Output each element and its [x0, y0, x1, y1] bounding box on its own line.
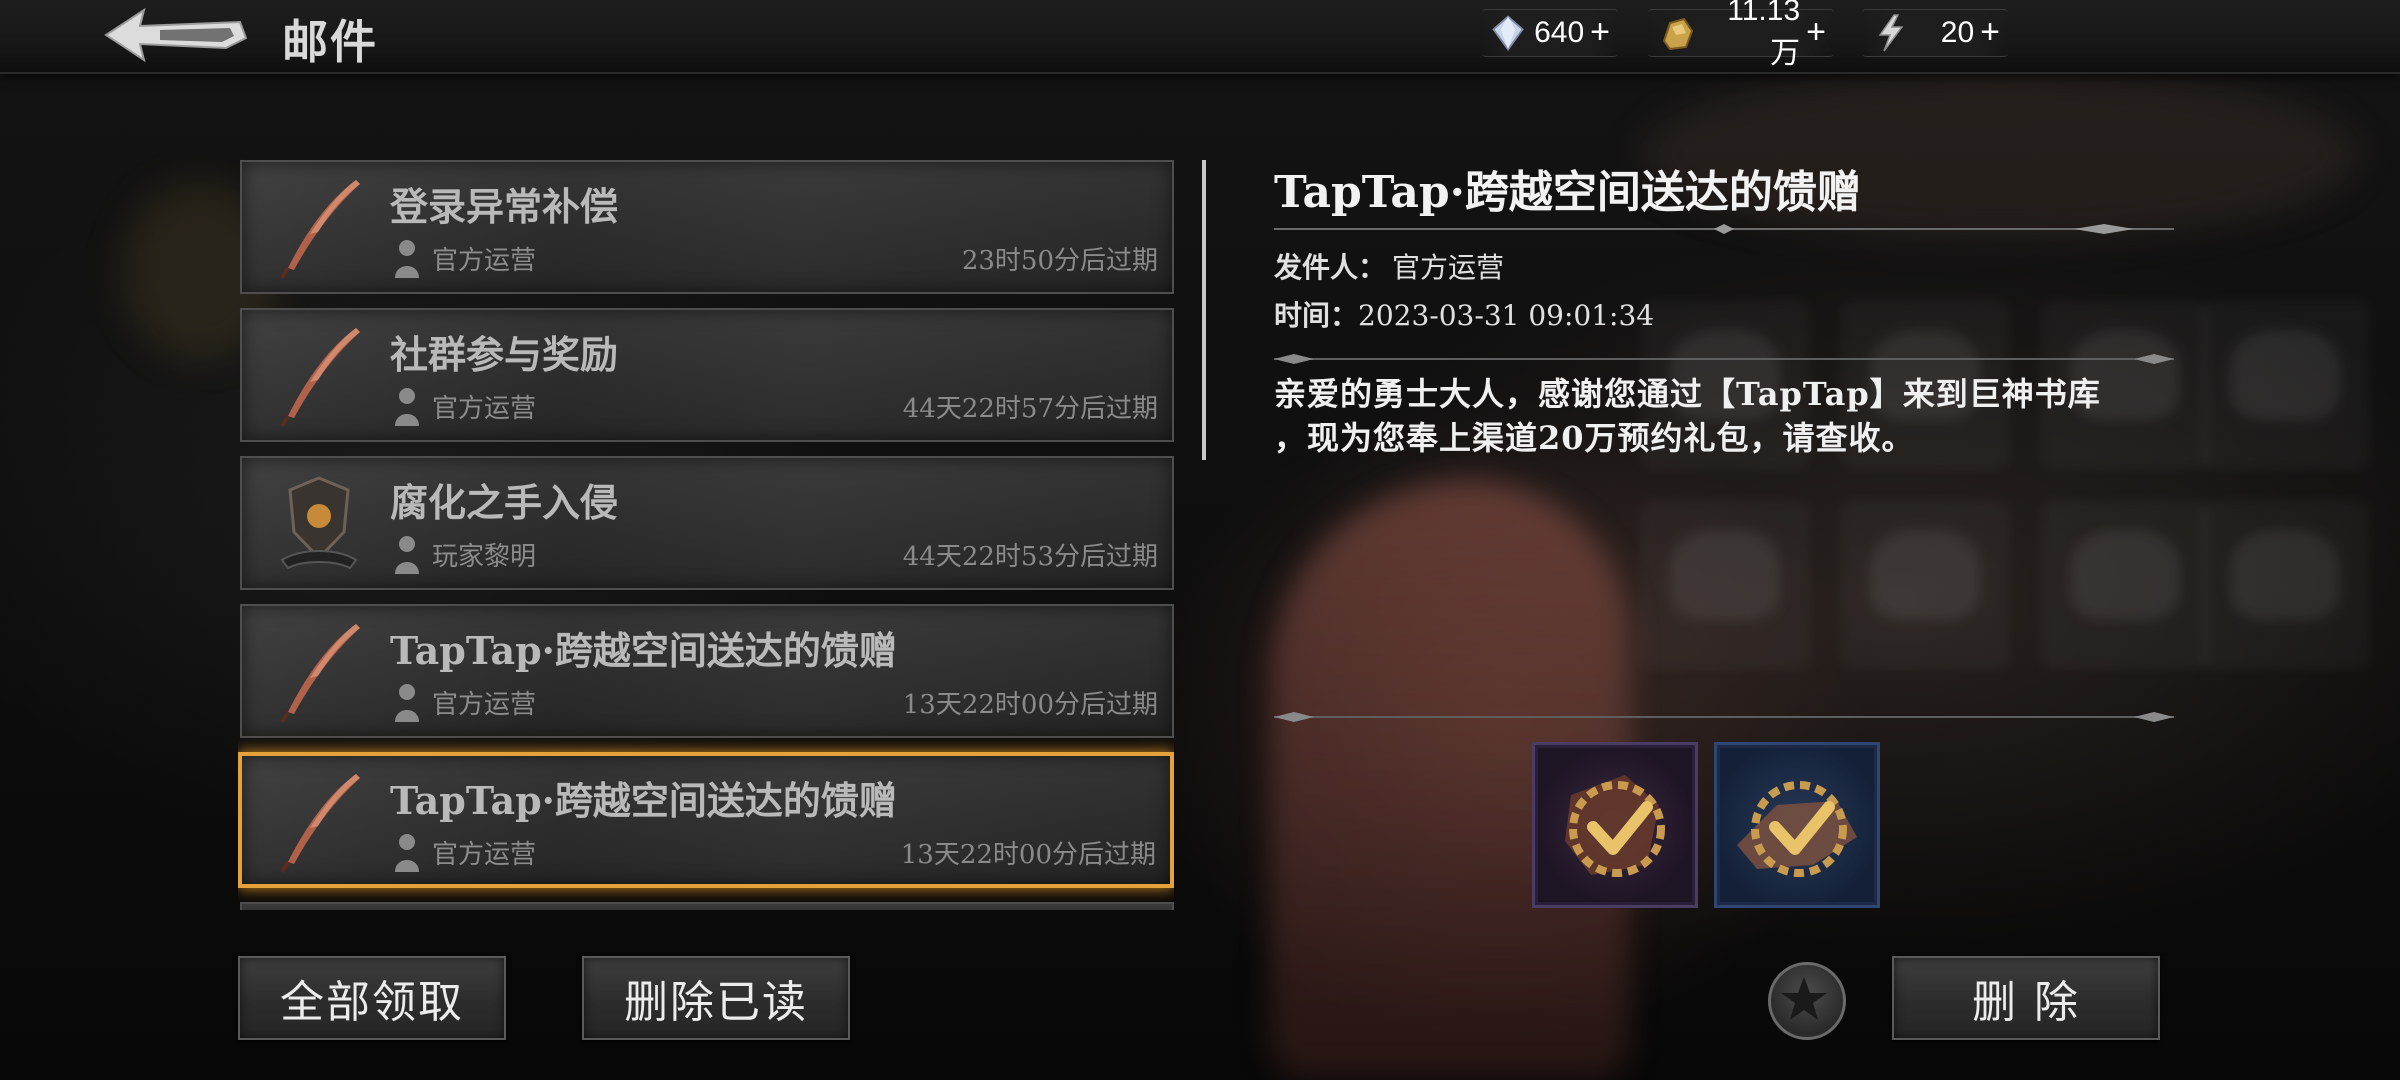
background-tile — [2200, 300, 2370, 470]
add-diamond-button[interactable]: + — [1590, 13, 1610, 52]
mail-item[interactable]: 登录异常补偿 官方运营 23时50分后过期 — [240, 160, 1174, 294]
attachment-item[interactable] — [1714, 742, 1880, 908]
mail-sender: 官方运营 — [432, 690, 537, 720]
background-tile — [2040, 500, 2210, 670]
background-tile — [1640, 500, 1810, 670]
mail-sender: 玩家黎明 — [432, 542, 537, 572]
diamond-amount: 640 — [1534, 16, 1585, 49]
mail-expire: 13天22时00分后过期 — [902, 690, 1158, 720]
mail-title: 腐化之手入侵 — [390, 480, 619, 525]
add-stamina-button[interactable]: + — [1980, 13, 2000, 52]
currency-stamina: 20 + — [1862, 9, 2008, 57]
top-bar: 邮件 640 + 11.13万 + 20 + — [0, 0, 2400, 74]
favorite-button[interactable] — [1768, 962, 1846, 1040]
feather-quill-icon — [280, 180, 360, 280]
ornament-divider — [1274, 224, 2174, 234]
detail-sender-row: 发件人： 官方运营 — [1274, 246, 1504, 286]
feather-quill-icon — [280, 328, 360, 428]
person-icon — [395, 388, 419, 426]
sender-label: 发件人： — [1274, 251, 1387, 284]
mail-sender: 官方运营 — [432, 840, 537, 870]
stamina-amount: 20 — [1940, 16, 1975, 49]
mail-expire: 13天22时00分后过期 — [900, 840, 1156, 870]
currency-diamond: 640 + — [1482, 9, 1618, 57]
mail-screen: 邮件 640 + 11.13万 + 20 + 登录异常补偿 官方运营 23时50… — [0, 0, 2400, 1080]
attachment-item[interactable] — [1532, 742, 1698, 908]
mail-body: 亲爱的勇士大人，感谢您通过【TapTap】来到巨神书库 ，现为您奉上渠道20万预… — [1274, 372, 2154, 460]
mail-body-line: ，现为您奉上渠道20万预约礼包，请查收。 — [1274, 419, 1915, 457]
mail-item-selected[interactable]: TapTap·跨越空间送达的馈赠 官方运营 13天22时00分后过期 — [238, 752, 1174, 888]
mail-item[interactable]: TapTap·跨越空间送达的馈赠 官方运营 13天22时00分后过期 — [240, 604, 1174, 738]
lightning-stamina-icon — [1878, 14, 1904, 52]
currency-gold: 11.13万 + — [1648, 0, 1834, 70]
mail-expire: 23时50分后过期 — [961, 246, 1158, 276]
guild-shield-icon — [280, 476, 358, 570]
back-arrow-icon — [104, 7, 248, 63]
ornament-divider — [1274, 712, 2174, 722]
ornament-divider — [1274, 354, 2174, 364]
detail-time-row: 时间：2023-03-31 09:01:34 — [1274, 294, 1654, 334]
delete-button[interactable]: 删 除 — [1892, 956, 2160, 1040]
mail-list[interactable]: 登录异常补偿 官方运营 23时50分后过期 社群参与奖励 官方运营 44天22时… — [238, 158, 1174, 910]
background-tile — [1840, 500, 2010, 670]
detail-title: TapTap·跨越空间送达的馈赠 — [1274, 167, 1861, 218]
person-icon — [395, 684, 419, 722]
detail-sender: 官方运营 — [1392, 251, 1505, 284]
claim-all-button[interactable]: 全部领取 — [238, 956, 506, 1040]
mail-title: TapTap·跨越空间送达的馈赠 — [390, 778, 897, 823]
gold-nugget-icon — [1662, 17, 1694, 51]
gold-amount: 11.13万 — [1727, 0, 1801, 70]
diamond-icon — [1492, 15, 1524, 51]
mail-title: 社群参与奖励 — [390, 332, 619, 377]
claimed-gem-icon — [1565, 775, 1665, 877]
page-title: 邮件 — [282, 15, 378, 69]
mail-sender: 官方运营 — [432, 394, 537, 424]
person-icon — [395, 536, 419, 574]
mail-item[interactable]: 社群参与奖励 官方运营 44天22时57分后过期 — [240, 308, 1174, 442]
mail-body-line: 亲爱的勇士大人，感谢您通过【TapTap】来到巨神书库 — [1274, 375, 2101, 413]
mail-sender: 官方运营 — [432, 246, 537, 276]
mail-expire: 44天22时53分后过期 — [902, 542, 1158, 572]
star-icon — [1781, 977, 1827, 1020]
mail-item[interactable]: 腐化之手入侵 玩家黎明 44天22时53分后过期 — [240, 456, 1174, 590]
panel-divider — [1202, 160, 1206, 460]
detail-time: 2023-03-31 09:01:34 — [1358, 299, 1655, 332]
feather-quill-icon — [280, 624, 360, 724]
mail-expire: 44天22时57分后过期 — [902, 394, 1158, 424]
background-tile — [2200, 500, 2370, 670]
person-icon — [395, 240, 419, 278]
mail-title: 登录异常补偿 — [390, 184, 619, 229]
mail-item-partial[interactable] — [240, 902, 1174, 910]
back-button[interactable] — [100, 4, 250, 66]
claimed-ore-icon — [1737, 781, 1857, 877]
feather-quill-icon — [280, 774, 360, 874]
add-gold-button[interactable]: + — [1806, 13, 1826, 52]
person-icon — [395, 834, 419, 872]
delete-read-button[interactable]: 删除已读 — [582, 956, 850, 1040]
mail-title: TapTap·跨越空间送达的馈赠 — [390, 628, 897, 673]
time-label: 时间： — [1274, 299, 1359, 332]
